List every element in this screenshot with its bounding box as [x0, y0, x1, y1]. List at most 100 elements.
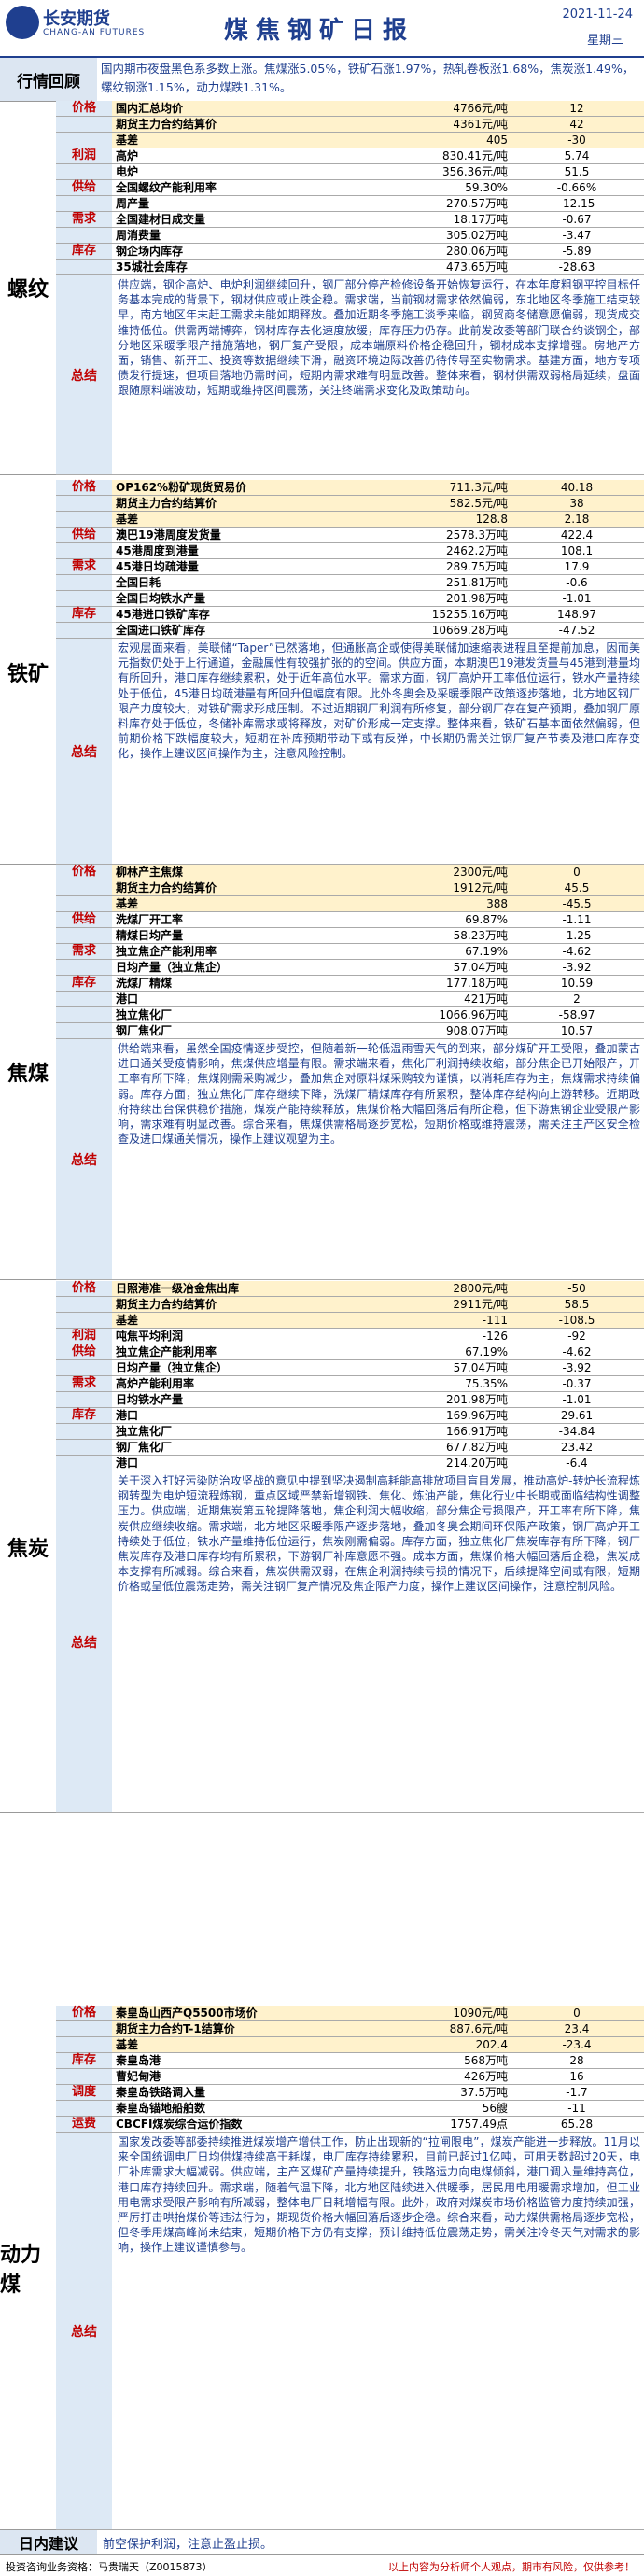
row-change: 28 — [569, 2054, 584, 2067]
row-change: -108.5 — [558, 1314, 595, 1327]
table-row: 库存 秦皇岛港 568万吨 28 — [56, 2053, 644, 2069]
row-value: 356.36元/吨 — [441, 165, 508, 178]
row-value: 57.04万吨 — [453, 1361, 508, 1374]
row-change: 65.28 — [560, 2118, 594, 2131]
row-label: 吨焦平均利润 — [116, 1330, 184, 1343]
report-title: 煤焦钢矿日报 — [224, 17, 415, 45]
row-label: 全国建材日成交量 — [116, 213, 206, 226]
row-value: 305.02万吨 — [446, 229, 508, 242]
row-value: 388 — [486, 897, 508, 910]
table-row: 期货主力合约结算价 2911元/吨 58.5 — [56, 1297, 644, 1313]
row-value: 67.19% — [465, 1345, 508, 1358]
table-row: 精煤日均产量 58.23万吨 -1.25 — [56, 928, 644, 944]
row-category — [56, 1007, 112, 1022]
row-value: 4361元/吨 — [453, 118, 508, 131]
indicator-table: 价格 OP162%粉矿现货贸易价 711.3元/吨 40.18 期货主力合约结算价 582… — [56, 480, 644, 639]
table-row: 运费 CBCFI煤炭综合运价指数 1757.49点 65.28 — [56, 2117, 644, 2133]
row-change: -3.92 — [562, 1361, 592, 1374]
row-label: CBCFI煤炭综合运价指数 — [116, 2118, 243, 2131]
row-change: 12 — [569, 102, 584, 115]
row-value: 59.30% — [465, 181, 508, 194]
table-row: 日均产量（独立焦企） 57.04万吨 -3.92 — [56, 1360, 644, 1376]
row-value: 201.98万吨 — [446, 592, 508, 605]
row-value: -111 — [482, 1314, 508, 1327]
row-value: 280.06万吨 — [446, 245, 508, 258]
row-change: 23.4 — [564, 2022, 590, 2035]
row-change: 2 — [573, 992, 581, 1006]
table-row: 价格 国内汇总均价 4766元/吨 12 — [56, 101, 644, 117]
row-label: 曹妃甸港 — [116, 2070, 161, 2083]
indicator-table: 价格 秦皇岛山西产Q5500市场价 1090元/吨 0 期货主力合约T-1结算价 887.… — [56, 2006, 644, 2133]
row-value: 75.35% — [465, 1377, 508, 1390]
row-change: 0 — [573, 2006, 581, 2020]
section-name: 螺纹 — [7, 278, 49, 302]
row-value: 128.8 — [475, 513, 508, 526]
table-row: 库存 45港进口铁矿库存 15255.16万吨 148.97 — [56, 607, 644, 623]
row-category: 需求 — [56, 1376, 112, 1391]
summary-text: 关于深入打好污染防治攻坚战的意见中提到坚决遏制高耗能高排放项目盲目发展，推动高炉… — [118, 1474, 640, 1594]
summary-text: 国家发改委等部委持续推进煤炭增产增供工作，防止出现新的“拉闸限电”，煤炭产能进一… — [118, 2135, 640, 2255]
market-review-text: 国内期市夜盘黑色系多数上涨。焦煤涨5.05%，铁矿石涨1.97%，热轧卷板涨1.… — [101, 62, 635, 94]
row-category: 库存 — [56, 607, 112, 622]
summary-text: 宏观层面来看，美联储“Taper”已然落地，但通胀高企或使得美联储加速缩表进程且… — [118, 641, 640, 761]
section-name: 焦煤 — [7, 1063, 49, 1086]
row-category: 需求 — [56, 559, 112, 574]
indicator-table: 价格 国内汇总均价 4766元/吨 12 期货主力合约结算价 4361元/吨 42 基差 405… — [56, 101, 644, 275]
row-change: -1.01 — [562, 592, 592, 605]
row-category — [56, 196, 112, 211]
table-row: 曹妃甸港 426万吨 16 — [56, 2069, 644, 2085]
row-change: -92 — [567, 1330, 586, 1343]
table-row: 需求 全国建材日成交量 18.17万吨 -0.67 — [56, 212, 644, 228]
row-change: -23.4 — [562, 2038, 592, 2051]
table-row: 秦皇岛锚地船舶数 56艘 -11 — [56, 2101, 644, 2117]
row-category — [56, 1313, 112, 1328]
row-label: 洗煤厂开工率 — [116, 913, 184, 926]
section-summary: 总结 供给端来看，虽然全国疫情逐步受控，但随着新一轮低温雨雪天气的到来，部分煤矿开… — [56, 1039, 644, 1280]
table-row: 期货主力合约结算价 582.5元/吨 38 — [56, 496, 644, 512]
row-label: 周消费量 — [116, 229, 161, 242]
table-row: 日均产量（独立焦企） 57.04万吨 -3.92 — [56, 960, 644, 976]
table-row: 价格 OP162%粉矿现货贸易价 711.3元/吨 40.18 — [56, 480, 644, 496]
row-label: 国内汇总均价 — [116, 102, 184, 115]
row-change: 45.5 — [564, 881, 590, 894]
row-label: 周产量 — [116, 197, 150, 210]
row-category — [56, 1424, 112, 1439]
row-category: 调度 — [56, 2085, 112, 2100]
row-category — [56, 260, 112, 274]
table-row: 全国进口铁矿库存 10669.28万吨 -47.52 — [56, 623, 644, 639]
row-change: 58.5 — [564, 1298, 590, 1311]
row-value: 251.81万吨 — [446, 576, 508, 589]
table-row: 期货主力合约结算价 4361元/吨 42 — [56, 117, 644, 133]
row-category: 供给 — [56, 180, 112, 195]
table-row: 供给 澳巴19港周度发货量 2578.3万吨 422.4 — [56, 528, 644, 543]
row-label: 秦皇岛铁路调入量 — [116, 2086, 206, 2099]
row-value: 677.82万吨 — [446, 1441, 508, 1454]
row-label: 期货主力合约结算价 — [116, 118, 217, 131]
table-row: 周产量 270.57万吨 -12.15 — [56, 196, 644, 212]
row-category — [56, 512, 112, 527]
row-value: 177.18万吨 — [446, 977, 508, 990]
row-category: 利润 — [56, 1329, 112, 1344]
row-change: 422.4 — [560, 528, 594, 542]
row-change: -12.15 — [558, 197, 595, 210]
row-category — [56, 228, 112, 243]
indicator-table: 价格 柳林产主焦煤 2300元/吨 0 期货主力合约结算价 1912元/吨 45.5 基差 38… — [56, 865, 644, 1039]
row-category — [56, 880, 112, 895]
table-row: 全国日耗 251.81万吨 -0.6 — [56, 575, 644, 591]
section-summary: 总结 供应端，钢企高炉、电炉利润继续回升，钢厂部分停产检修设备开始恢复运行，在本年… — [56, 275, 644, 475]
report-footer: 投资咨询业务资格：马贵瑞天（Z0015873） 以上内容为分析师个人观点，期市有… — [0, 2555, 644, 2576]
row-change: 29.61 — [560, 1409, 594, 1422]
row-label: 期货主力合约结算价 — [116, 1298, 217, 1311]
table-row: 利润 吨焦平均利润 -126 -92 — [56, 1329, 644, 1344]
row-change: -3.47 — [562, 229, 592, 242]
row-category: 库存 — [56, 2053, 112, 2068]
row-label: 全国螺纹产能利用率 — [116, 181, 217, 194]
row-change: -30 — [567, 134, 586, 147]
row-category: 利润 — [56, 148, 112, 163]
row-change: -28.63 — [558, 260, 595, 274]
row-value: 568万吨 — [464, 2054, 508, 2067]
row-category — [56, 928, 112, 943]
table-row: 供给 独立焦企产能利用率 67.19% -4.62 — [56, 1344, 644, 1360]
row-category — [56, 133, 112, 148]
row-label: 秦皇岛锚地船舶数 — [116, 2102, 206, 2115]
